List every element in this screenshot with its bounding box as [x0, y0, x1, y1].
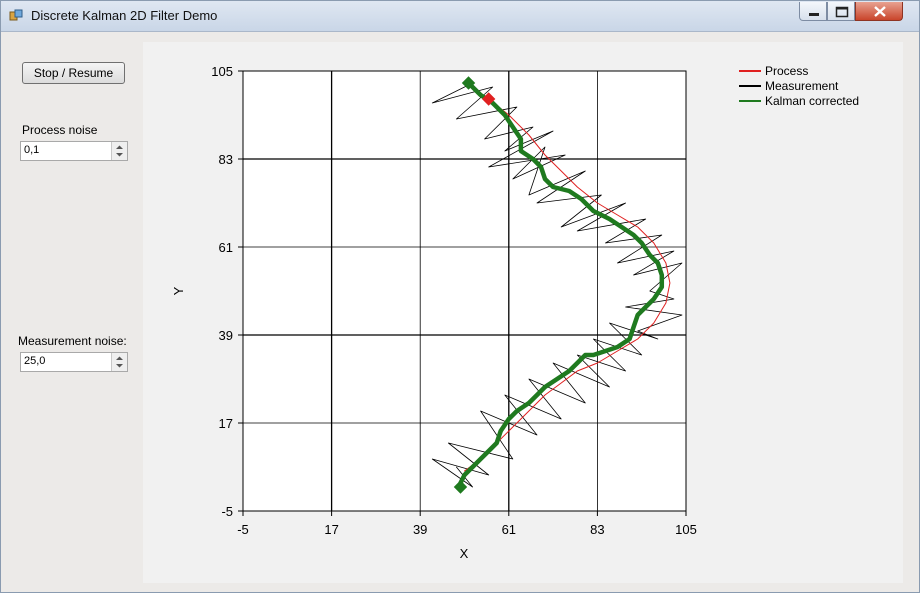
control-panel: Stop / Resume Process noise 0,1 Measurem…: [9, 39, 137, 579]
stop-resume-button[interactable]: Stop / Resume: [22, 62, 125, 84]
y-tick-label: 39: [219, 328, 233, 343]
process-noise-stepper[interactable]: 0,1: [20, 141, 128, 161]
window-title: Discrete Kalman 2D Filter Demo: [31, 8, 218, 23]
x-tick-label: 83: [590, 522, 604, 537]
plot-background: [242, 70, 687, 512]
x-tick-label: 105: [675, 522, 697, 537]
x-tick-label: 61: [502, 522, 516, 537]
x-tick-label: 17: [324, 522, 338, 537]
close-button[interactable]: [855, 2, 903, 21]
process-noise-arrows[interactable]: [111, 142, 127, 160]
measurement-noise-arrows[interactable]: [111, 353, 127, 371]
y-tick-label: 105: [211, 64, 233, 79]
x-tick-label: 39: [413, 522, 427, 537]
kalman-chart: -5 17 39 61 83 105 -5 17 39 61 83 105 X Y Process Me…: [143, 42, 903, 583]
y-tick-label: 83: [219, 152, 233, 167]
y-axis-title: Y: [171, 286, 186, 295]
title-bar[interactable]: Discrete Kalman 2D Filter Demo: [1, 1, 919, 32]
app-icon: [9, 9, 23, 21]
measurement-noise-stepper[interactable]: 25,0: [20, 352, 128, 372]
legend-entry: Process: [765, 64, 808, 78]
x-tick-label: -5: [237, 522, 249, 537]
app-window: Discrete Kalman 2D Filter Demo Stop / Re…: [0, 0, 920, 593]
minimize-button[interactable]: [799, 2, 827, 21]
process-noise-value[interactable]: 0,1: [24, 144, 39, 156]
legend-entry: Kalman corrected: [765, 94, 859, 108]
x-axis-title: X: [460, 546, 469, 561]
measurement-noise-label: Measurement noise:: [18, 334, 127, 348]
process-noise-label: Process noise: [22, 123, 98, 137]
spin-down-icon[interactable]: [116, 153, 123, 157]
chart-canvas: -5 17 39 61 83 105 -5 17 39 61 83 105 X Y ProcessMe…: [171, 64, 859, 561]
maximize-icon: [835, 6, 849, 18]
y-tick-label: 61: [219, 240, 233, 255]
spin-up-icon[interactable]: [116, 356, 123, 361]
y-tick-label: -5: [221, 504, 233, 519]
spin-up-icon[interactable]: [116, 145, 123, 150]
close-icon: [874, 6, 886, 17]
legend-entry: Measurement: [765, 79, 839, 93]
measurement-noise-value[interactable]: 25,0: [24, 355, 45, 367]
spin-down-icon[interactable]: [116, 364, 123, 368]
minimize-icon: [809, 13, 819, 16]
maximize-button[interactable]: [827, 2, 855, 21]
y-tick-label: 17: [219, 416, 233, 431]
